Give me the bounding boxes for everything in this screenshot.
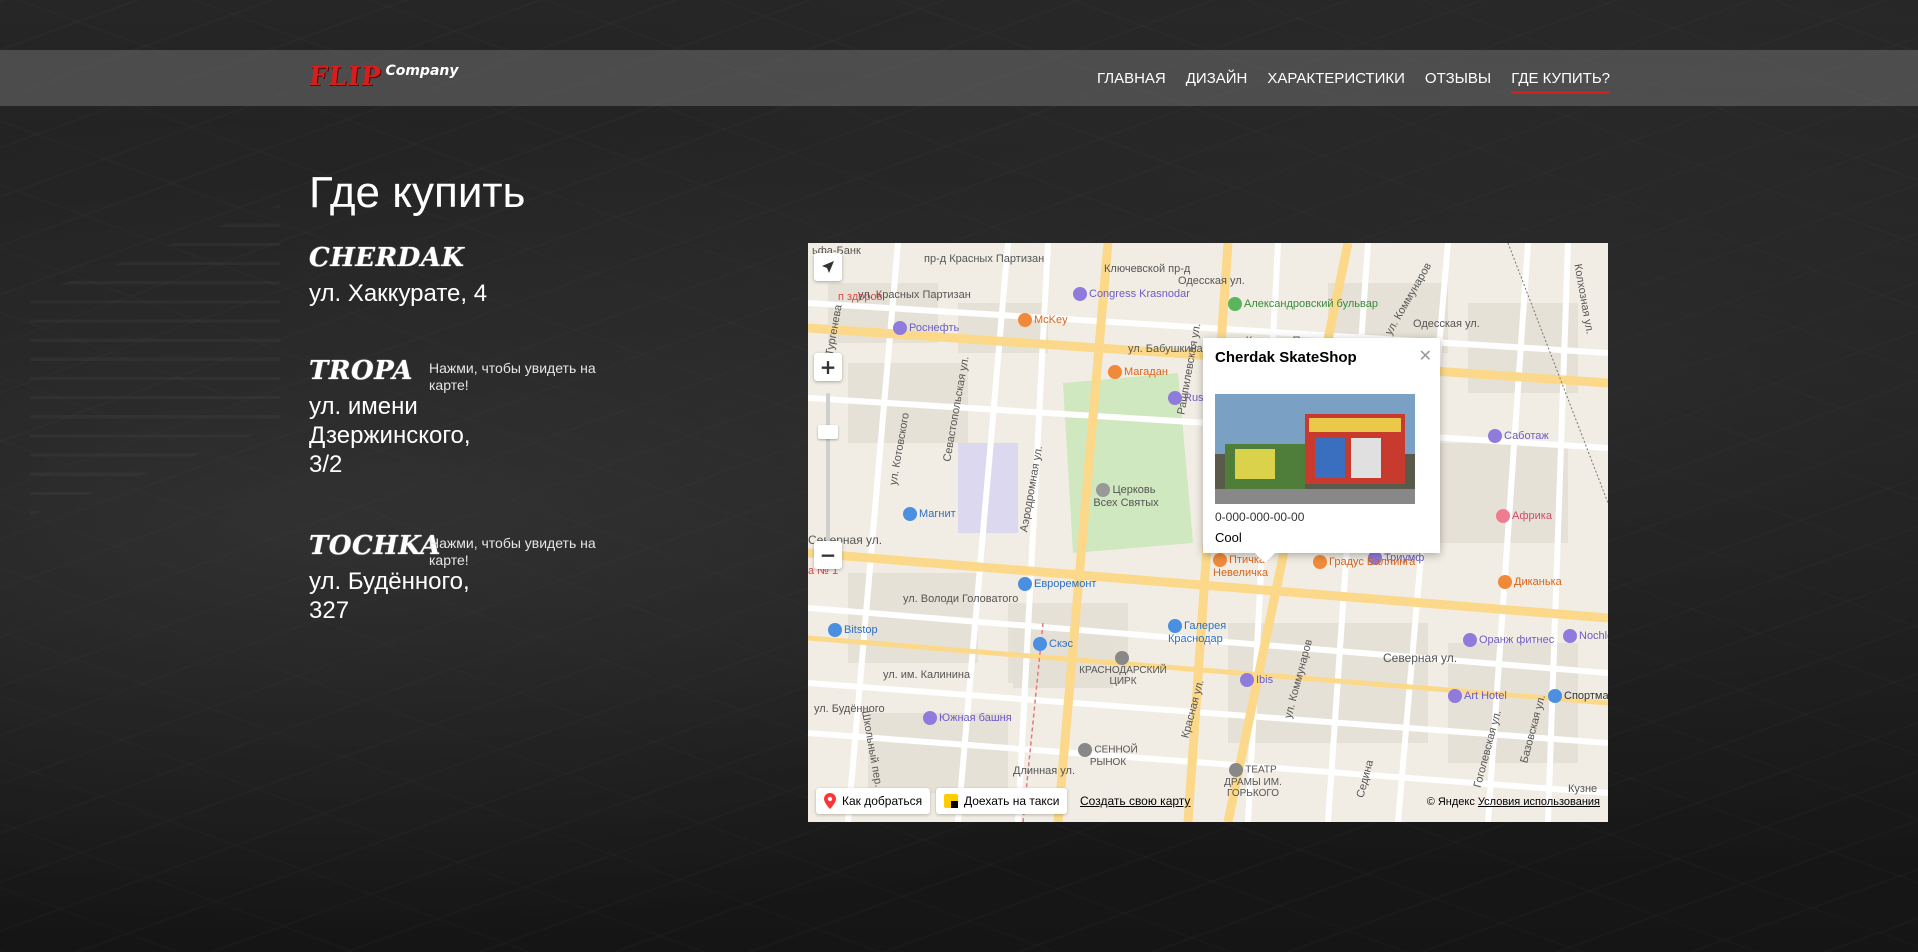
map-poi-restaurant-icon[interactable]: Градус Баллинга (1313, 555, 1415, 569)
map-street-label: пр-д Красных Партизан (924, 253, 1045, 265)
shop-photo-image (1215, 394, 1415, 504)
map-poi-shop-icon[interactable]: Bitstop (828, 623, 878, 637)
zoom-in-button[interactable]: + (814, 353, 842, 381)
map-street-label: Кузне (1568, 783, 1598, 795)
map-poi-market-icon[interactable]: СЕННОЙ РЫНОК (1078, 743, 1138, 768)
zoom-out-button[interactable]: − (814, 541, 842, 569)
geolocation-button[interactable] (814, 253, 842, 281)
shop-tropa[interactable]: TROPA Нажми, чтобы увидеть на карте! ул.… (309, 356, 609, 479)
map-poi-cafe-icon[interactable]: Африка (1496, 509, 1552, 523)
terms-link[interactable]: Условия использования (1478, 796, 1600, 808)
balloon-description: Cool (1215, 530, 1242, 545)
nav-design[interactable]: ДИЗАЙН (1186, 66, 1248, 91)
copyright-text: © Яндекс (1426, 796, 1475, 808)
map-poi-restaurant-icon[interactable]: McKey (1018, 313, 1068, 327)
map-poi-circus-icon[interactable]: КРАСНОДАРСКИЙ ЦИРК (1078, 651, 1168, 687)
taxi-button[interactable]: Доехать на такси (936, 788, 1068, 814)
nav-reviews[interactable]: ОТЗЫВЫ (1425, 66, 1491, 91)
map-poi-hotel-icon[interactable]: Congress Krasnodar (1073, 287, 1190, 301)
nav-where-to-buy[interactable]: ГДЕ КУПИТЬ? (1511, 66, 1610, 94)
map-street-label: Длинная ул. (1013, 765, 1076, 777)
map-street-label: ул. Будённого (814, 703, 885, 715)
shop-photo (1215, 394, 1415, 504)
shop-map-hint: Нажми, чтобы увидеть на карте! (429, 360, 596, 393)
taxi-icon (944, 794, 958, 808)
taxi-button-label: Доехать на такси (964, 794, 1060, 808)
map-poi-shop-icon[interactable]: Скэс (1033, 637, 1073, 651)
top-navbar: FLIP Company ГЛАВНАЯ ДИЗАЙН ХАРАКТЕРИСТИ… (0, 50, 1918, 106)
location-pin-icon (824, 793, 836, 809)
map-poi-bar-icon[interactable]: Саботаж (1488, 429, 1549, 443)
logo-flip-text: FLIP (307, 62, 384, 92)
shop-tochka[interactable]: TOCHKA Нажми, чтобы увидеть на карте! ул… (309, 531, 609, 625)
route-button-label: Как добраться (842, 794, 923, 808)
shop-address: ул. Будённого, 327 (309, 568, 470, 624)
map-poi-shop-icon[interactable]: Евроремонт (1018, 577, 1096, 591)
map-street-label: ул. Володи Головатого (903, 593, 1019, 605)
balloon-title: Cherdak SkateShop (1215, 349, 1357, 366)
map-poi-hotel-icon[interactable]: Южная башня (923, 711, 1012, 725)
map-poi-shop-icon[interactable]: Магнит (903, 507, 956, 521)
map-street-label: Ключевской пр-д (1104, 263, 1191, 275)
map-poi-hotel-icon[interactable]: Ibis (1240, 673, 1273, 687)
logo-company-text: Company (385, 63, 459, 79)
zoom-slider-handle[interactable] (818, 425, 838, 439)
map-poi-restaurant-icon[interactable]: Магадан (1108, 365, 1168, 379)
map-street-label: Северная ул. (1383, 651, 1458, 665)
page-title: Где купить (309, 168, 526, 217)
map-poi-restaurant-icon[interactable]: Диканька (1498, 575, 1562, 589)
map-balloon: Cherdak SkateShop ✕ 0-000-000-00-00 Cool (1203, 338, 1440, 563)
map-street-label: Одесская ул. (1413, 318, 1480, 330)
shop-map-hint: Нажми, чтобы увидеть на карте! (429, 535, 596, 568)
map-poi-sport-icon[interactable]: Спортмастер (1548, 689, 1608, 703)
map-poi-fuel-icon[interactable]: Роснефть (893, 321, 959, 335)
navigation-arrow-icon (822, 261, 834, 273)
map-poi-theatre-icon[interactable]: ТЕАТР ДРАМЫ ИМ. ГОРЬКОГО (1218, 763, 1288, 799)
yandex-map[interactable]: ьфа-Банк п здоров а № 1 пр-д Красных Пар… (808, 243, 1608, 822)
balloon-phone: 0-000-000-00-00 (1215, 510, 1305, 524)
map-street-label: ул. Красных Партизан (858, 289, 971, 301)
map-poi-fitness-icon[interactable]: Оранж фитнес (1463, 633, 1554, 647)
logo[interactable]: FLIP Company (307, 62, 459, 96)
create-map-link[interactable]: Создать свою карту (1080, 794, 1190, 808)
map-poi-hotel-icon[interactable]: Art Hotel (1448, 689, 1507, 703)
map-poi-shop-icon[interactable]: Галерея Краснодар (1168, 619, 1248, 645)
map-copyright: © Яндекс Условия использования (1427, 796, 1600, 808)
nav-home[interactable]: ГЛАВНАЯ (1097, 66, 1166, 91)
close-icon[interactable]: ✕ (1419, 346, 1432, 366)
route-button[interactable]: Как добраться (816, 788, 931, 814)
nav-specs[interactable]: ХАРАКТЕРИСТИКИ (1267, 66, 1405, 91)
shop-address: ул. имени Дзержинского, 3/2 (309, 393, 471, 478)
map-street-label: ул. им. Калинина (883, 669, 971, 681)
main-nav: ГЛАВНАЯ ДИЗАЙН ХАРАКТЕРИСТИКИ ОТЗЫВЫ ГДЕ… (1097, 50, 1610, 106)
zoom-slider-track[interactable] (826, 393, 830, 553)
shop-cherdak[interactable]: CHERDAK ул. Хаккурате, 4 (309, 243, 609, 308)
map-poi-hotel-icon[interactable]: Nochle (1563, 629, 1608, 643)
map-poi-restaurant-icon[interactable]: Птичка-Невеличка (1213, 553, 1293, 579)
map-poi-park-icon[interactable]: Александровский бульвар (1228, 297, 1378, 311)
shop-address: ул. Хаккурате, 4 (309, 280, 488, 307)
map-street-label: Одесская ул. (1178, 275, 1245, 287)
map-poi-church-icon[interactable]: Церковь Всех Святых (1086, 483, 1166, 509)
shop-name: CHERDAK (309, 243, 465, 273)
